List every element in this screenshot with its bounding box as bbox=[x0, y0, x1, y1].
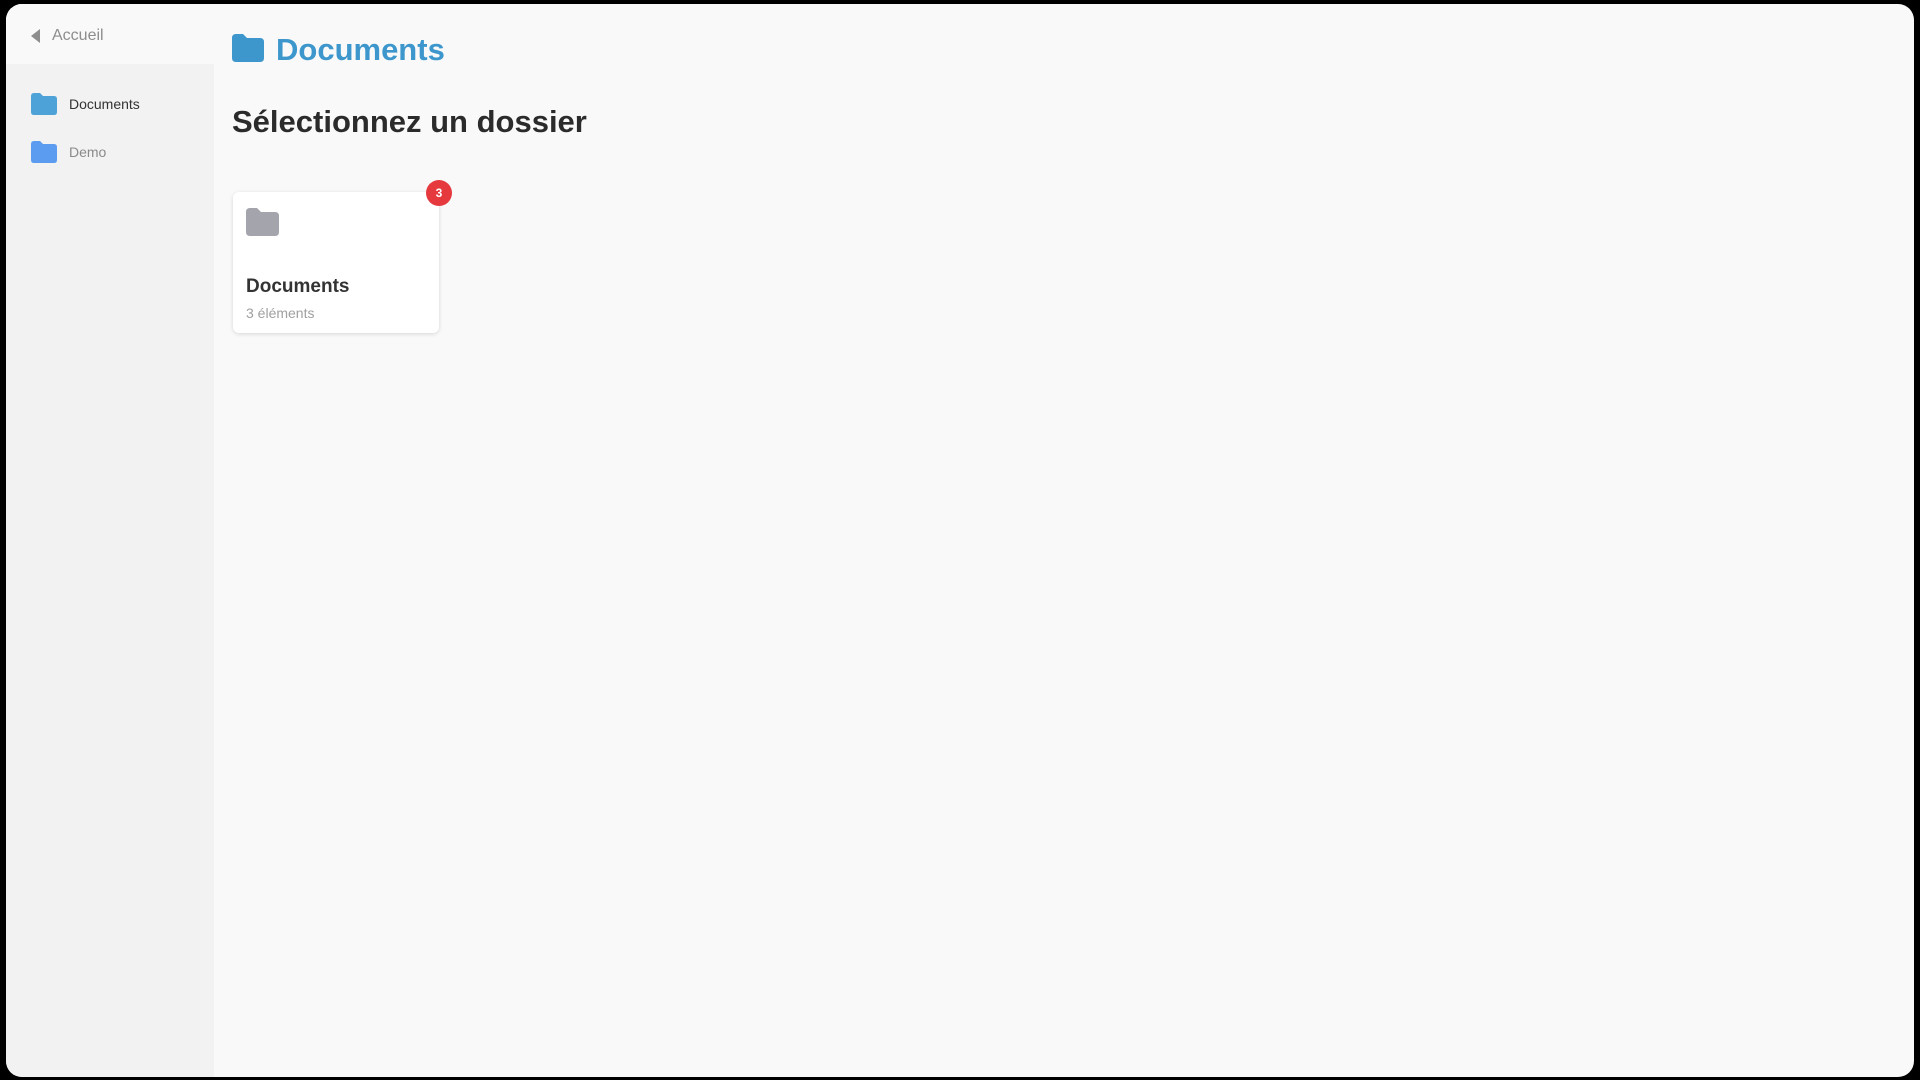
sidebar: Accueil Documents Demo bbox=[6, 4, 214, 1077]
back-link-label: Accueil bbox=[52, 27, 104, 44]
main-content: Documents Sélectionnez un dossier Docume… bbox=[214, 4, 1914, 1077]
sidebar-item-label: Demo bbox=[69, 144, 107, 160]
folder-icon bbox=[232, 33, 264, 67]
folder-icon bbox=[31, 93, 57, 115]
folder-icon bbox=[246, 208, 279, 241]
sidebar-top: Accueil bbox=[6, 4, 214, 64]
folder-icon bbox=[31, 141, 57, 163]
back-link[interactable]: Accueil bbox=[31, 24, 104, 48]
sidebar-item-label: Documents bbox=[69, 96, 140, 112]
count-badge: 3 bbox=[426, 180, 452, 206]
folder-card-title: Documents bbox=[246, 276, 350, 297]
sidebar-item-documents[interactable]: Documents bbox=[31, 90, 140, 118]
folder-card-count: 3 éléments bbox=[246, 305, 315, 321]
app-window: Accueil Documents Demo Documents Sélecti… bbox=[6, 4, 1914, 1077]
section-heading: Sélectionnez un dossier bbox=[232, 104, 587, 139]
page-header: Documents bbox=[232, 32, 445, 68]
sidebar-item-demo[interactable]: Demo bbox=[31, 138, 140, 166]
caret-left-icon bbox=[31, 29, 40, 43]
page-title: Documents bbox=[276, 32, 445, 67]
sidebar-folder-list: Documents Demo bbox=[31, 90, 140, 186]
folder-card[interactable]: Documents 3 éléments 3 bbox=[233, 180, 452, 333]
